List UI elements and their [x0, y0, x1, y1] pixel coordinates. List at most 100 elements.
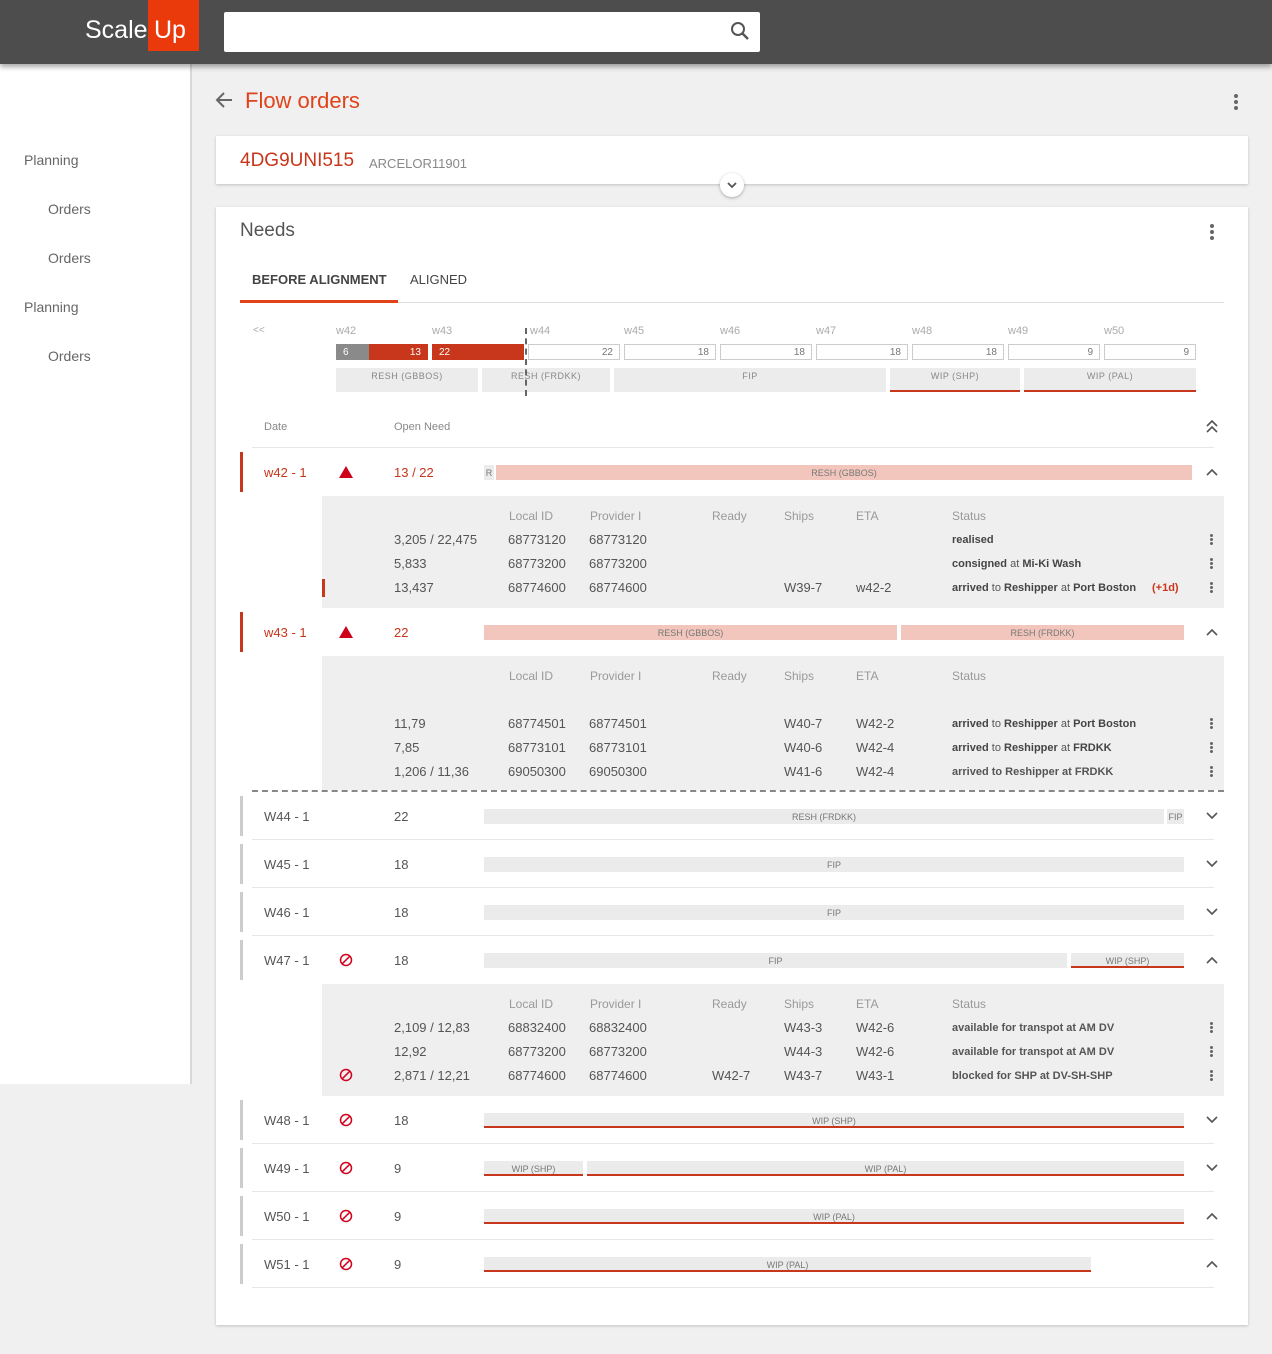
detail-eta: W42-6 — [856, 1020, 895, 1035]
delay-badge: (+1d) — [1152, 582, 1179, 594]
row-bar: WIP (SHP) — [484, 1161, 583, 1176]
row-more-icon[interactable] — [1210, 582, 1213, 594]
sidebar: Planning Orders Orders Planning Orders — [0, 64, 192, 1084]
detail-provider-id: 69050300 — [589, 764, 647, 779]
detail-provider-id: 68774501 — [589, 716, 647, 731]
col-open-need: Open Need — [394, 421, 451, 433]
row-date[interactable]: W51 - 1 — [264, 1257, 310, 1272]
row-date[interactable]: W50 - 1 — [264, 1209, 310, 1224]
row-more-icon[interactable] — [1210, 766, 1213, 778]
divider — [252, 1239, 1214, 1240]
needs-more-icon[interactable] — [1210, 224, 1214, 242]
row-bar: FIP — [484, 905, 1184, 920]
detail-header: Ready — [712, 669, 747, 683]
detail-eta: W42-2 — [856, 716, 895, 731]
row-indicator — [240, 796, 243, 836]
row-indicator — [240, 1148, 243, 1188]
row-more-icon[interactable] — [1210, 1022, 1213, 1034]
detail-ready: W42-7 — [712, 1068, 751, 1083]
sidebar-item-planning[interactable]: Planning — [24, 299, 79, 315]
blocked-icon — [339, 1068, 353, 1082]
week-label: w46 — [720, 325, 741, 337]
timeline-prev[interactable]: << — [253, 325, 265, 336]
timeline-cell: 9 — [1008, 344, 1100, 360]
sidebar-item-orders[interactable]: Orders — [48, 250, 91, 266]
row-more-icon[interactable] — [1210, 718, 1213, 730]
detail-header: Local ID — [509, 997, 554, 1011]
sidebar-item-planning[interactable]: Planning — [24, 152, 79, 168]
search-input[interactable] — [224, 12, 760, 52]
week-label: w47 — [816, 325, 837, 337]
tab-before-alignment[interactable]: BEFORE ALIGNMENT — [252, 272, 387, 287]
row-indicator — [240, 1244, 243, 1284]
row-need: 18 — [394, 857, 409, 872]
detail-local-id: 68774600 — [508, 1068, 566, 1083]
week-label: w48 — [912, 325, 933, 337]
row-date[interactable]: W46 - 1 — [264, 905, 310, 920]
sidebar-item-orders[interactable]: Orders — [48, 201, 91, 217]
row-date[interactable]: w43 - 1 — [264, 625, 307, 640]
row-date[interactable]: W47 - 1 — [264, 953, 310, 968]
tab-active-indicator — [240, 300, 398, 303]
tab-aligned[interactable]: ALIGNED — [410, 272, 467, 287]
chevron-up-icon[interactable] — [1205, 627, 1219, 637]
detail-header: Provider I — [590, 997, 642, 1011]
week-label: w49 — [1008, 325, 1029, 337]
row-date[interactable]: W48 - 1 — [264, 1113, 310, 1128]
detail-status: arrived to Reshipper at Port Boston — [952, 582, 1137, 594]
sidebar-item-orders[interactable]: Orders — [48, 348, 91, 364]
more-menu-icon[interactable] — [1234, 94, 1238, 112]
row-date[interactable]: W49 - 1 — [264, 1161, 310, 1176]
chevron-up-icon[interactable] — [1205, 467, 1219, 477]
top-bar: Scale Up — [0, 0, 1272, 64]
detail-ships: W39-7 — [784, 580, 823, 595]
detail-status: realised — [952, 534, 994, 546]
timeline-cell: 18 — [624, 344, 716, 360]
timeline-lane: WIP (PAL) — [1024, 368, 1196, 392]
row-more-icon[interactable] — [1210, 558, 1213, 570]
today-marker — [525, 328, 527, 396]
row-date[interactable]: w42 - 1 — [264, 465, 307, 480]
detail-header: ETA — [856, 509, 879, 523]
row-bar: WIP (PAL) — [587, 1161, 1184, 1176]
detail-ships: W43-7 — [784, 1068, 823, 1083]
divider — [252, 839, 1214, 840]
row-more-icon[interactable] — [1210, 534, 1213, 546]
chevron-up-icon[interactable] — [1205, 1211, 1219, 1221]
chevron-down-icon[interactable] — [1205, 1163, 1219, 1173]
row-bar: WIP (PAL) — [484, 1257, 1091, 1272]
row-need: 9 — [394, 1257, 402, 1272]
detail-qty: 7,85 — [394, 740, 420, 755]
week-label: w44 — [530, 325, 551, 337]
chevron-up-icon[interactable] — [1205, 955, 1219, 965]
detail-qty: 1,206 / 11,36 — [394, 764, 469, 779]
detail-header: Status — [952, 669, 987, 683]
detail-qty: 5,833 — [394, 556, 427, 571]
chevron-up-icon[interactable] — [1205, 1259, 1219, 1269]
detail-eta: W43-1 — [856, 1068, 895, 1083]
needs-title: Needs — [240, 220, 295, 241]
detail-header: Provider I — [590, 509, 642, 523]
row-bar: RESH (GBBOS) — [484, 625, 897, 640]
collapse-all-icon[interactable] — [1204, 418, 1220, 434]
divider — [252, 935, 1214, 936]
search-icon[interactable] — [730, 21, 750, 41]
back-arrow-icon[interactable] — [214, 90, 234, 110]
row-date[interactable]: W44 - 1 — [264, 809, 310, 824]
row-date[interactable]: W45 - 1 — [264, 857, 310, 872]
detail-local-id: 68773101 — [508, 740, 566, 755]
chevron-down-icon[interactable] — [1205, 1115, 1219, 1125]
row-need: 18 — [394, 905, 409, 920]
chevron-down-icon[interactable] — [1205, 811, 1219, 821]
chevron-down-icon[interactable] — [1205, 907, 1219, 917]
chevron-down-icon[interactable] — [1205, 859, 1219, 869]
row-bar: RESH (FRDKK) — [901, 625, 1184, 640]
row-need: 18 — [394, 1113, 409, 1128]
page-title: Flow orders — [245, 88, 360, 113]
row-more-icon[interactable] — [1210, 742, 1213, 754]
expand-button[interactable] — [720, 173, 744, 197]
timeline-cell: 18 — [720, 344, 812, 360]
row-more-icon[interactable] — [1210, 1070, 1213, 1082]
row-more-icon[interactable] — [1210, 1046, 1213, 1058]
row-bar: RESH (GBBOS) — [496, 465, 1192, 480]
